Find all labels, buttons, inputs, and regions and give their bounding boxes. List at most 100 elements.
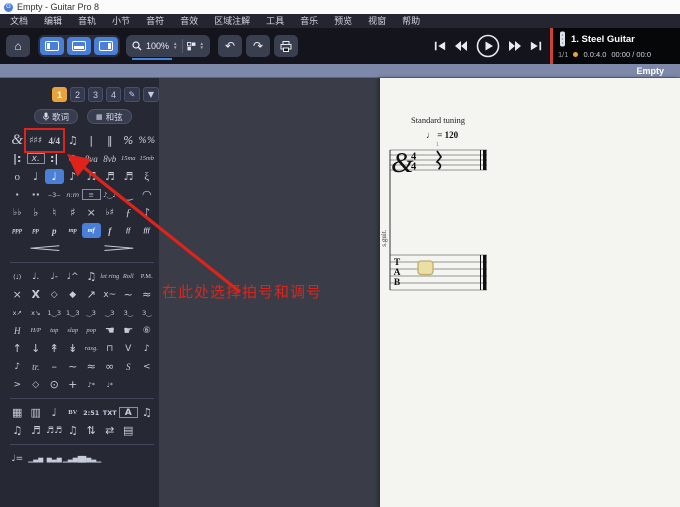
slide-dash-icon[interactable]: –: [45, 359, 64, 374]
menu-item[interactable]: 音符: [138, 14, 172, 28]
whammy-bar-icon[interactable]: x~: [101, 287, 120, 302]
shift-slide-icon[interactable]: 1‿3: [64, 305, 83, 320]
redo-button[interactable]: ↷: [245, 35, 270, 57]
text-marker-icon[interactable]: TXT: [101, 405, 120, 420]
voice-swap-icon[interactable]: ⇄: [101, 423, 120, 438]
wide-vibrato-icon[interactable]: ≈: [138, 287, 157, 302]
rasgueado-icon[interactable]: rasg.: [82, 341, 101, 356]
dynamic-mp-icon[interactable]: mp: [64, 223, 83, 238]
beam-group-icon[interactable]: ♬♬: [45, 423, 64, 438]
fretboard-diagram-icon[interactable]: ▦: [8, 405, 27, 420]
sixteenth-note-icon[interactable]: ♬: [82, 169, 101, 184]
tempo-marker-icon[interactable]: ♩=: [8, 451, 27, 466]
force-beam-icon[interactable]: ♫: [64, 423, 83, 438]
legato-slide-icon[interactable]: 1‿3: [45, 305, 64, 320]
menu-item[interactable]: 区域注解: [206, 14, 258, 28]
fermata-icon[interactable]: ◠: [138, 187, 157, 202]
beam-join-icon[interactable]: ♫: [8, 423, 27, 438]
sixty-fourth-note-icon[interactable]: ♬: [119, 169, 138, 184]
forward-button[interactable]: [508, 40, 522, 52]
zoom-value[interactable]: 100%: [146, 41, 169, 51]
slide-from-below-icon[interactable]: ‿3: [82, 305, 101, 320]
quindicesima-down-icon[interactable]: 15mb: [138, 151, 157, 166]
triplet-icon[interactable]: ‒3‒: [45, 187, 64, 202]
trill-icon[interactable]: tr.: [27, 359, 46, 374]
roll-icon[interactable]: Roll: [119, 269, 138, 284]
beam-auto-icon[interactable]: ♫: [138, 405, 157, 420]
wah-open-icon[interactable]: ~: [64, 359, 83, 374]
menu-item[interactable]: 音轨: [70, 14, 104, 28]
loop-icon[interactable]: ∞: [101, 359, 120, 374]
menu-item[interactable]: 编辑: [36, 14, 70, 28]
tie-icon[interactable]: ♪‿♪: [101, 187, 120, 202]
palette-tab[interactable]: 1: [52, 87, 67, 102]
fade-in-icon[interactable]: ⊙: [45, 377, 64, 392]
rehearsal-mark-icon[interactable]: A: [119, 407, 138, 418]
grace-on-beat-icon[interactable]: ♪: [8, 359, 27, 374]
plus-ornament-icon[interactable]: +: [64, 377, 83, 392]
brush-up-icon[interactable]: ↟: [45, 341, 64, 356]
palette-settings-button[interactable]: ✎: [124, 87, 140, 102]
directions-note-icon[interactable]: ♩: [45, 405, 64, 420]
menu-item[interactable]: 小节: [104, 14, 138, 28]
menu-item[interactable]: 视窗: [360, 14, 394, 28]
decrescendo-icon[interactable]: >: [0, 240, 159, 257]
slur-icon[interactable]: ‿: [119, 187, 138, 202]
stem-direction-icon[interactable]: ⇅: [82, 423, 101, 438]
edit-cursor[interactable]: [417, 260, 434, 276]
tap-icon[interactable]: tap: [45, 323, 64, 338]
vibrato-icon[interactable]: ~: [119, 287, 138, 302]
fingering-icon[interactable]: ⑥: [138, 323, 157, 338]
lyrics-button[interactable]: 歌词: [34, 109, 79, 124]
tuplet-icon[interactable]: n:m: [64, 187, 83, 202]
palette-collapse-button[interactable]: ▼: [143, 87, 159, 102]
wah-close-icon[interactable]: ≈: [82, 359, 101, 374]
dynamic-p-icon[interactable]: p: [45, 223, 64, 238]
time-signature-denominator[interactable]: 4: [411, 162, 417, 173]
view-mode-vertical-button[interactable]: [40, 37, 64, 55]
undo-button[interactable]: ↶: [217, 35, 242, 57]
print-button[interactable]: [273, 35, 298, 57]
bend-icon[interactable]: ↗: [82, 287, 101, 302]
menu-item[interactable]: 帮助: [394, 14, 428, 28]
angle-left-icon[interactable]: <: [138, 359, 157, 374]
volume-bars-icon[interactable]: ▁▃▅▇: [63, 451, 83, 466]
double-simile-repeat-icon[interactable]: %%: [138, 133, 157, 148]
double-barline-icon[interactable]: ‖: [101, 133, 120, 148]
accent-icon[interactable]: ♩^: [64, 269, 83, 284]
palette-tab[interactable]: 4: [106, 87, 121, 102]
slide-in-above-icon[interactable]: x↗: [8, 305, 27, 320]
alternate-ending-icon[interactable]: x.: [26, 153, 45, 164]
double-flat-icon[interactable]: ♭♭: [8, 205, 27, 220]
dynamic-mf-icon[interactable]: mf: [82, 223, 101, 238]
beam-split-icon[interactable]: ♬: [27, 423, 46, 438]
natural-harmonic-icon[interactable]: ◇: [45, 287, 64, 302]
whole-note-icon[interactable]: o: [8, 169, 27, 184]
slide-out-up-icon[interactable]: 3‿: [119, 305, 138, 320]
automation-icon[interactable]: ▅▃▅: [45, 451, 64, 466]
histogram-icon[interactable]: ▇▅▃▁: [81, 451, 101, 466]
menu-item[interactable]: 工具: [258, 14, 292, 28]
page-layout-stepper[interactable]: ▲ ▼: [200, 41, 204, 51]
ghost-note-icon[interactable]: (♩): [8, 269, 27, 284]
time-signature-icon[interactable]: 4/4: [45, 133, 64, 148]
sharp-icon[interactable]: ♯: [64, 205, 83, 220]
artificial-harmonic-icon[interactable]: ◆: [64, 287, 83, 302]
natural-icon[interactable]: ♮: [45, 205, 64, 220]
octave-up-icon[interactable]: 8va: [82, 151, 101, 166]
slide-from-above-icon[interactable]: ‿3: [101, 305, 120, 320]
eighth-note-icon[interactable]: ♪: [64, 169, 83, 184]
keyboard-diagram-icon[interactable]: ▥: [27, 405, 46, 420]
menu-item[interactable]: 音乐: [292, 14, 326, 28]
double-dotted-note-icon[interactable]: ··: [27, 187, 46, 202]
repeat-open-icon[interactable]: |:: [8, 151, 27, 166]
view-mode-page-button[interactable]: [94, 37, 118, 55]
rest-icon[interactable]: ξ: [138, 169, 157, 184]
timer-icon[interactable]: 2:51: [82, 405, 101, 420]
view-mode-horizontal-button[interactable]: [67, 37, 91, 55]
angle-right-icon[interactable]: >: [8, 377, 27, 392]
right-hand-icon[interactable]: ☛: [119, 323, 138, 338]
arpeggio-down-icon[interactable]: ↓: [27, 341, 46, 356]
chords-button[interactable]: ▦ 和弦: [87, 109, 132, 124]
multibar-rest-icon[interactable]: ▤: [119, 423, 138, 438]
